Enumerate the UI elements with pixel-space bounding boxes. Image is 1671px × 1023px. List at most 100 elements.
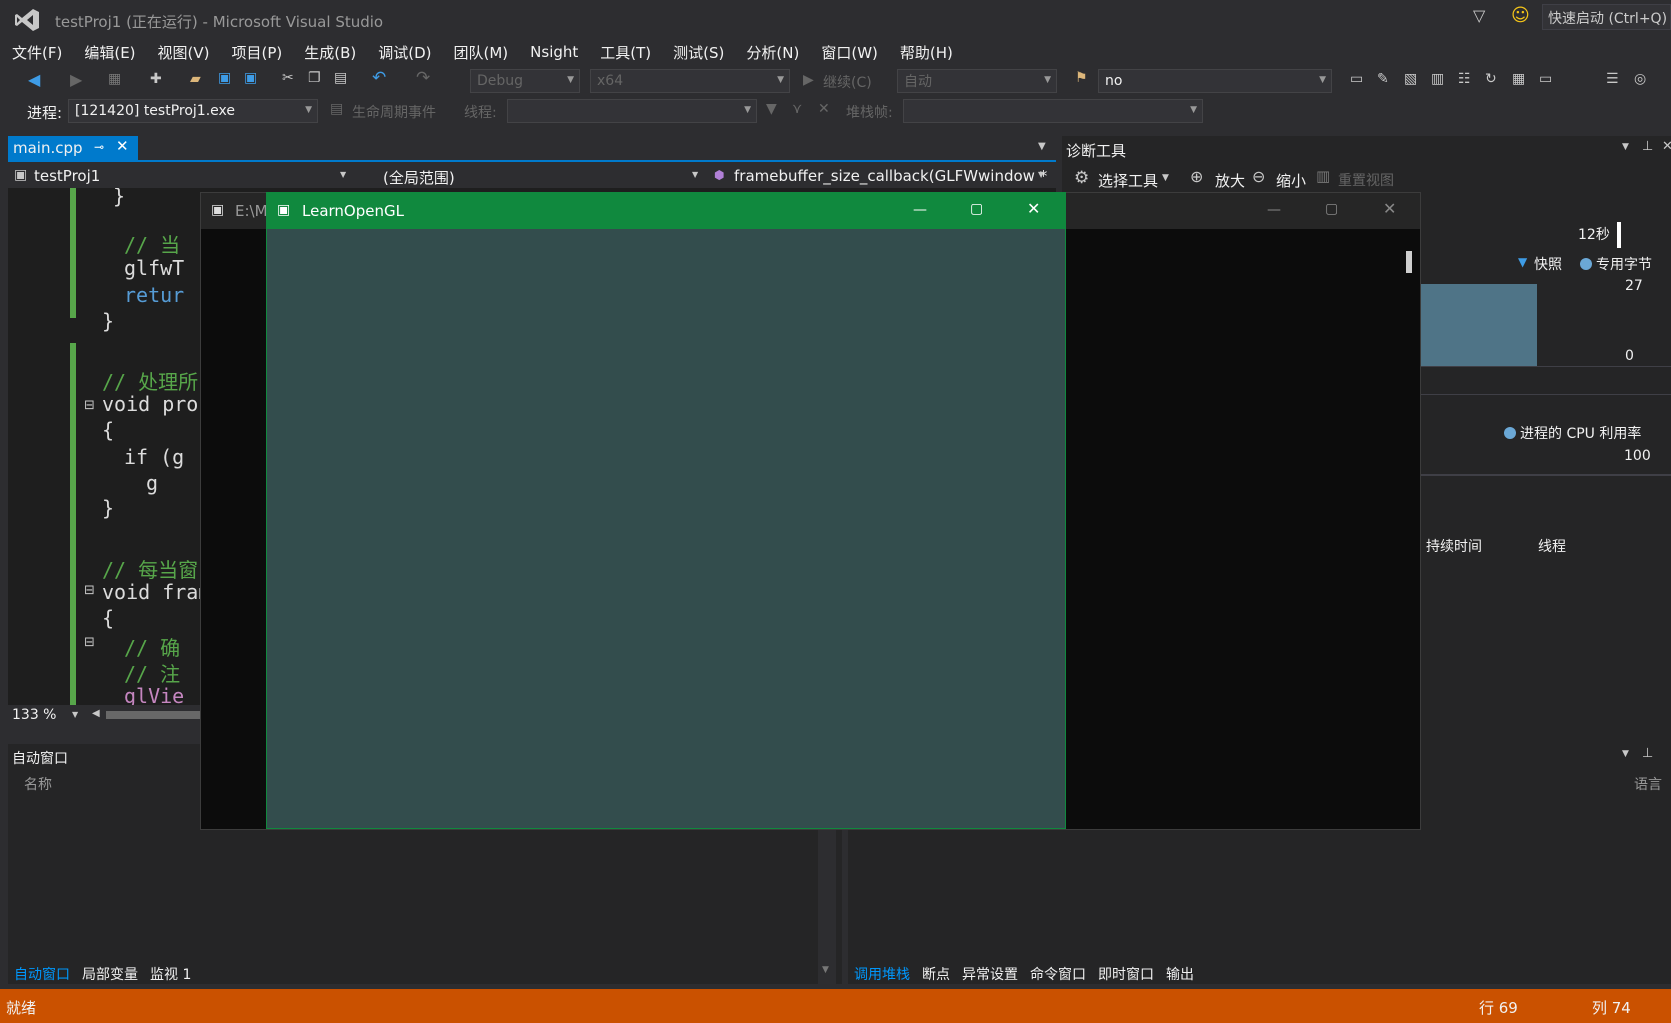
platform-select[interactable]: x64 ▼: [590, 69, 790, 93]
menu-tools[interactable]: 工具(T): [600, 42, 651, 63]
timeline-cursor[interactable]: [1617, 222, 1621, 248]
panel-menu-icon[interactable]: ▼: [1622, 750, 1629, 759]
team-icon[interactable]: ☷: [1458, 72, 1471, 86]
gear-icon[interactable]: ⚙: [1074, 170, 1089, 187]
back-icon[interactable]: ◀: [28, 72, 40, 88]
close-icon[interactable]: ✕: [1027, 201, 1040, 217]
tab-exception-settings[interactable]: 异常设置: [962, 964, 1018, 984]
menu-project[interactable]: 项目(P): [232, 42, 283, 63]
nav-project[interactable]: testProj1: [34, 167, 100, 185]
feedback-smiley-icon[interactable]: ☺: [1511, 7, 1530, 25]
zoom-in-icon[interactable]: ⊕: [1190, 169, 1203, 185]
menu-help[interactable]: 帮助(H): [900, 42, 953, 63]
chevron-down-icon[interactable]: ▼: [1038, 171, 1044, 179]
autos-vertical-scrollbar[interactable]: ▼: [818, 826, 836, 986]
zoom-level[interactable]: 133 %: [12, 707, 56, 723]
continue-play-icon[interactable]: ▶: [803, 73, 814, 87]
scroll-left-icon[interactable]: ◀: [92, 709, 100, 719]
collapse-box-icon[interactable]: ⊟: [84, 399, 95, 412]
continue-button[interactable]: 继续(C): [823, 72, 872, 92]
menu-nsight[interactable]: Nsight: [530, 43, 578, 61]
maximize-icon[interactable]: ▢: [1325, 202, 1338, 216]
immediate-icon[interactable]: ▭: [1539, 72, 1552, 86]
filter-icon[interactable]: ▽: [1473, 8, 1485, 24]
zoom-in-button[interactable]: 放大: [1215, 170, 1245, 191]
zoom-out-icon[interactable]: ⊖: [1252, 169, 1265, 185]
flag-all-icon[interactable]: ⋎: [792, 102, 802, 116]
tab-watch-1[interactable]: 监视 1: [150, 964, 191, 984]
tab-call-stack[interactable]: 调用堆栈: [854, 964, 910, 984]
tab-main-cpp[interactable]: main.cpp ⊸ ✕: [8, 136, 138, 160]
menu-edit[interactable]: 编辑(E): [84, 42, 135, 63]
menu-team[interactable]: 团队(M): [454, 42, 509, 63]
graphics-icon[interactable]: ◎: [1634, 72, 1646, 86]
pin-icon[interactable]: ⊥: [1642, 140, 1653, 153]
chevron-down-icon[interactable]: ▼: [72, 711, 78, 719]
forward-icon[interactable]: ▶: [70, 72, 82, 88]
cut-icon[interactable]: ✂: [282, 71, 294, 85]
menu-debug[interactable]: 调试(D): [378, 42, 431, 63]
refresh-icon[interactable]: ↻: [1485, 72, 1497, 86]
lifecycle-events-button[interactable]: 生命周期事件: [352, 102, 436, 122]
attach-icon[interactable]: ▧: [1404, 72, 1417, 86]
tab-command-window[interactable]: 命令窗口: [1030, 964, 1086, 984]
chevron-down-icon[interactable]: ▼: [692, 171, 698, 179]
menu-view[interactable]: 视图(V): [158, 42, 210, 63]
learnopengl-window[interactable]: ▣ LearnOpenGL — ▢ ✕: [266, 192, 1066, 829]
tab-autos[interactable]: 自动窗口: [14, 964, 70, 984]
process-select[interactable]: [121420] testProj1.exe ▼: [68, 99, 318, 123]
collapse-box-icon[interactable]: ⊟: [84, 636, 95, 649]
solution-explorer-icon[interactable]: ▦: [108, 72, 121, 86]
save-icon[interactable]: ▣: [218, 71, 231, 85]
tab-breakpoints[interactable]: 断点: [922, 964, 950, 984]
flag-thread-icon[interactable]: ▼: [766, 102, 777, 116]
menu-build[interactable]: 生成(B): [304, 42, 356, 63]
nav-function[interactable]: framebuffer_size_callback(GLFWwindow *: [734, 167, 1047, 185]
close-icon[interactable]: ✕: [1383, 201, 1396, 217]
console-scrollbar-thumb[interactable]: [1406, 251, 1412, 273]
toolbox-icon[interactable]: ▥: [1431, 72, 1444, 86]
menu-analyze[interactable]: 分析(N): [746, 42, 799, 63]
pin-icon[interactable]: ⊸: [94, 141, 104, 153]
wrench-icon[interactable]: ✎: [1377, 72, 1389, 86]
chevron-down-icon[interactable]: ▼: [340, 171, 346, 179]
tab-output[interactable]: 输出: [1166, 964, 1194, 984]
auto-select[interactable]: 自动 ▼: [897, 69, 1057, 93]
menu-test[interactable]: 测试(S): [673, 42, 724, 63]
stack-frame-select[interactable]: ▼: [903, 99, 1203, 123]
new-project-icon[interactable]: ✚: [150, 72, 162, 86]
minimize-icon[interactable]: —: [913, 203, 927, 217]
show-threads-icon[interactable]: ✕: [818, 102, 830, 116]
open-file-icon[interactable]: ▰: [190, 72, 201, 86]
learnopengl-title-bar[interactable]: ▣ LearnOpenGL — ▢ ✕: [267, 193, 1065, 229]
close-panel-icon[interactable]: ✕: [1662, 140, 1671, 153]
save-all-icon[interactable]: ▣: [244, 71, 257, 85]
solution-config-select[interactable]: Debug ▼: [470, 69, 580, 93]
chevron-down-icon[interactable]: ▼: [1162, 174, 1169, 183]
find-in-files-icon[interactable]: ⚑: [1075, 71, 1088, 85]
menu-file[interactable]: 文件(F): [12, 42, 62, 63]
minimize-icon[interactable]: —: [1267, 203, 1281, 217]
panel-menu-icon[interactable]: ▼: [1622, 143, 1629, 152]
redo-icon[interactable]: ↷: [416, 70, 430, 87]
pin-icon[interactable]: ⊥: [1642, 747, 1653, 760]
nav-scope[interactable]: (全局范围): [383, 167, 455, 188]
zoom-out-button[interactable]: 缩小: [1276, 170, 1306, 191]
close-tab-icon[interactable]: ✕: [116, 139, 129, 154]
select-tools-button[interactable]: 选择工具: [1098, 170, 1158, 191]
scroll-down-icon[interactable]: ▼: [822, 966, 829, 975]
copy-icon[interactable]: ❐: [308, 71, 321, 85]
reset-view-icon[interactable]: ▥: [1316, 169, 1330, 184]
indent-icon[interactable]: ☰: [1606, 72, 1619, 86]
tab-immediate-window[interactable]: 即时窗口: [1098, 964, 1154, 984]
collapse-box-icon[interactable]: ⊟: [84, 584, 95, 597]
paste-icon[interactable]: ▤: [334, 71, 347, 85]
properties-icon[interactable]: ▦: [1512, 72, 1525, 86]
tool-window-icon[interactable]: ▭: [1350, 72, 1363, 86]
undo-icon[interactable]: ↶: [372, 70, 386, 87]
lifecycle-events-icon[interactable]: ▤: [330, 102, 343, 116]
tab-overflow-icon[interactable]: ▼: [1038, 142, 1046, 152]
quick-launch-input[interactable]: 快速启动 (Ctrl+Q): [1542, 4, 1671, 30]
thread-select[interactable]: ▼: [507, 99, 757, 123]
reset-view-button[interactable]: 重置视图: [1338, 170, 1394, 190]
